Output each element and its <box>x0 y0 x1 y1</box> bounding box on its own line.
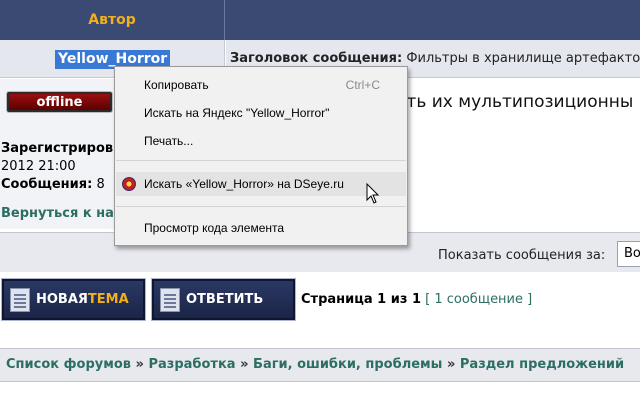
breadcrumb-item-forums[interactable]: Список форумов <box>6 357 131 372</box>
context-menu-item-print[interactable]: Печать... <box>116 129 406 153</box>
context-menu-item-copy[interactable]: Копировать Ctrl+C <box>116 73 406 97</box>
reply-button[interactable]: ОТВЕТИТЬ <box>151 278 296 321</box>
new-topic-label: НОВАЯ <box>36 292 88 307</box>
new-topic-accent-label: ТЕМА <box>87 292 129 307</box>
document-icon <box>160 287 180 312</box>
registered-date: 2012 21:00 <box>1 159 76 174</box>
context-menu: Копировать Ctrl+C Искать на Яндекс "Yell… <box>114 66 408 246</box>
offline-status-badge: offline <box>7 92 112 112</box>
author-column-header: Автор <box>0 0 225 40</box>
new-topic-button[interactable]: НОВАЯ ТЕМА <box>1 278 146 321</box>
breadcrumb-separator: » <box>240 357 249 372</box>
show-messages-label: Показать сообщения за: <box>438 248 606 263</box>
registered-label: Зарегистриров <box>1 141 114 156</box>
subject-label: Заголовок сообщения: <box>230 51 403 66</box>
subject-text: Фильтры в хранилище артефакто <box>406 51 640 66</box>
breadcrumb-item-bugs[interactable]: Баги, ошибки, проблемы <box>253 357 442 372</box>
pagination-info: Страница 1 из 1 [ 1 сообщение ] <box>301 292 532 307</box>
breadcrumb-separator: » <box>446 357 456 372</box>
inspect-label: Просмотр кода элемента <box>144 221 285 235</box>
message-count-close: ] <box>527 292 533 307</box>
print-label: Печать... <box>144 134 194 148</box>
search-dseye-label: Искать «Yellow_Horror» на DSeye.ru <box>144 177 344 191</box>
show-messages-select[interactable]: Во <box>617 241 640 267</box>
search-yandex-label: Искать на Яндекс "Yellow_Horror" <box>144 106 330 120</box>
dseye-icon <box>122 177 136 191</box>
messages-count-line: Сообщения: 8 <box>1 177 105 192</box>
context-menu-separator <box>116 206 406 207</box>
context-menu-separator <box>116 160 406 161</box>
post-subject: Заголовок сообщения: Фильтры в хранилище… <box>230 51 640 66</box>
copy-label: Копировать <box>144 78 209 92</box>
breadcrumb-separator: » <box>135 357 144 372</box>
messages-count: 8 <box>96 177 105 192</box>
message-count-open: [ <box>425 292 431 307</box>
message-count: 1 сообщение <box>434 292 524 307</box>
context-menu-item-search-dseye[interactable]: Искать «Yellow_Horror» на DSeye.ru <box>116 172 406 196</box>
context-menu-item-search-yandex[interactable]: Искать на Яндекс "Yellow_Horror" <box>116 101 406 125</box>
messages-label: Сообщения: <box>1 177 93 192</box>
breadcrumb-item-development[interactable]: Разработка <box>148 357 235 372</box>
page-number-text: Страница 1 из 1 <box>301 292 421 307</box>
document-icon <box>10 287 30 312</box>
post-text-fragment: ать их мультипозиционны <box>396 92 634 112</box>
posts-table-header: Автор <box>0 0 640 40</box>
breadcrumb-item-suggestions[interactable]: Раздел предложений <box>460 357 624 372</box>
mouse-cursor-icon <box>366 183 380 204</box>
context-menu-item-inspect[interactable]: Просмотр кода элемента <box>116 216 406 240</box>
breadcrumb: Список форумов » Разработка » Баги, ошиб… <box>6 357 624 372</box>
copy-shortcut: Ctrl+C <box>345 78 380 92</box>
back-to-top-link[interactable]: Вернуться к на <box>1 206 114 221</box>
reply-label: ОТВЕТИТЬ <box>186 292 264 307</box>
